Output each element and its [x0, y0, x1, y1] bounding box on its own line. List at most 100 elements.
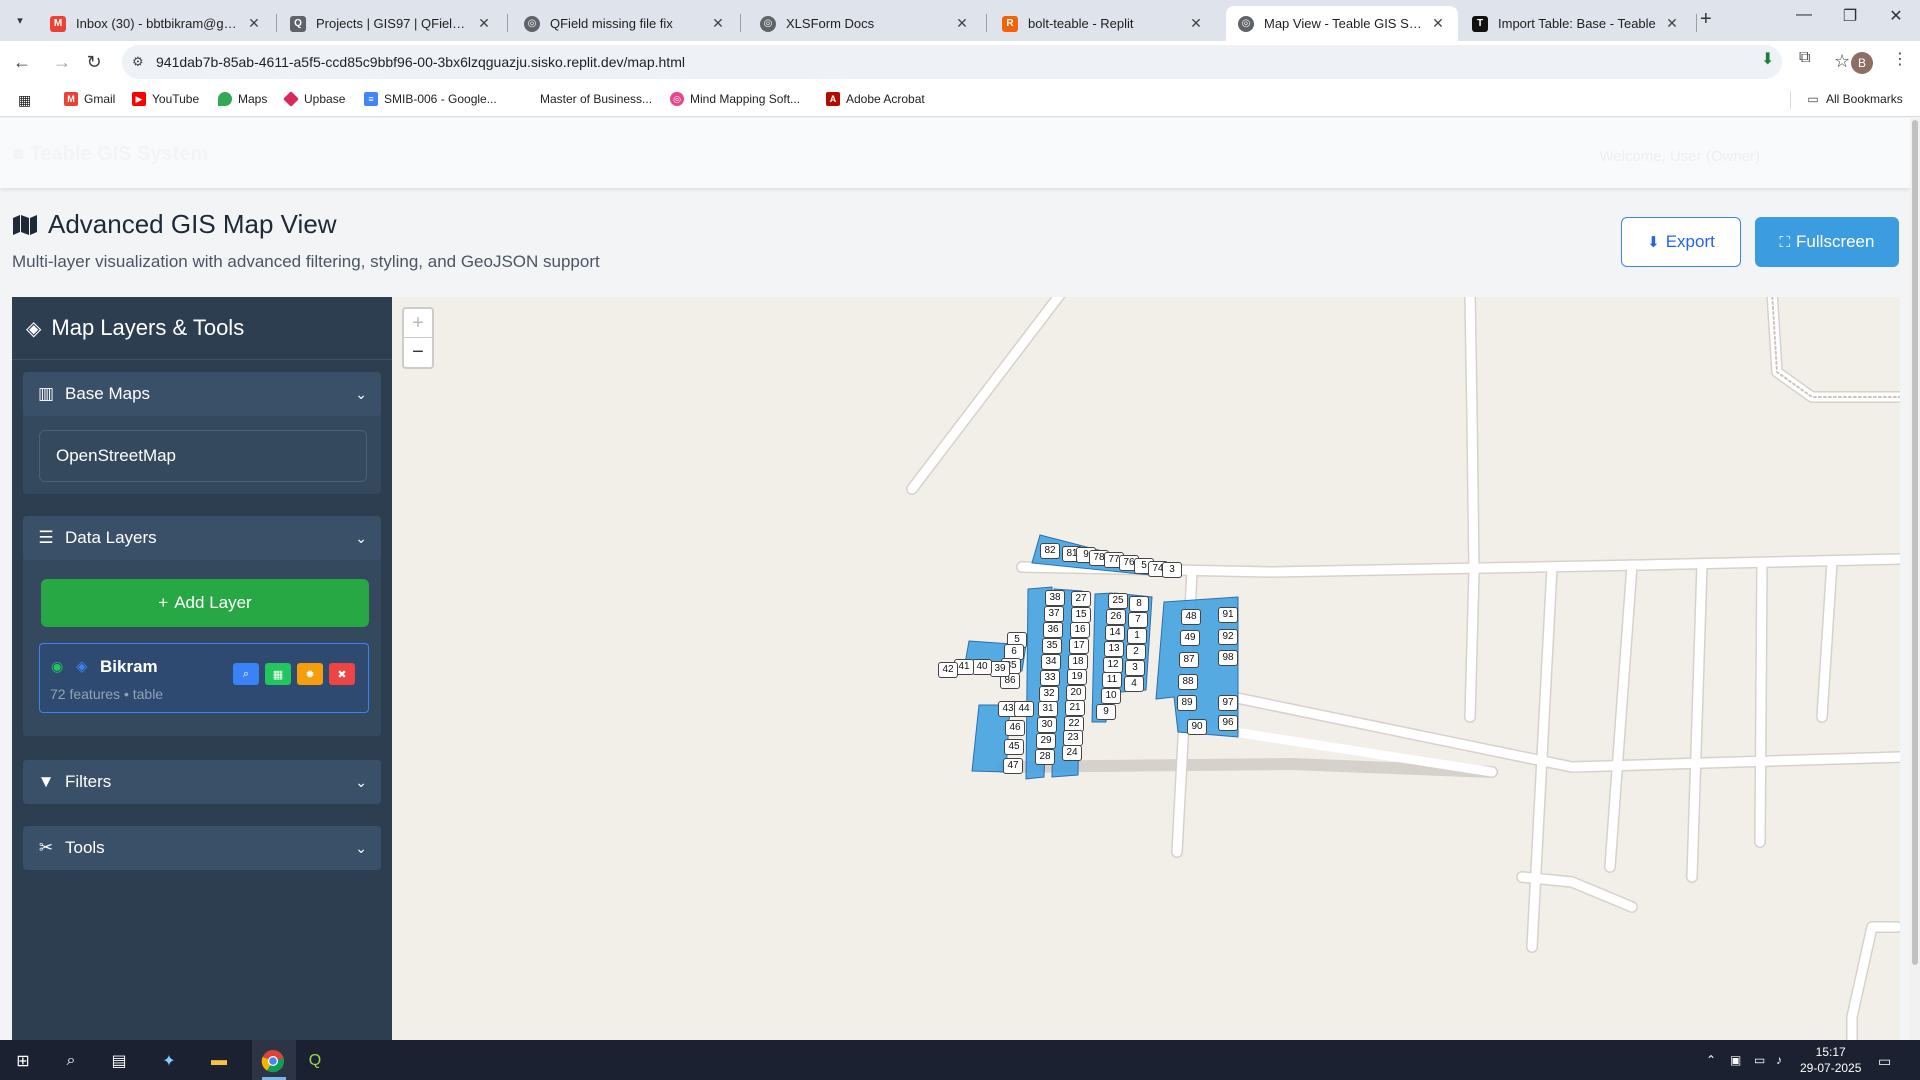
- network-icon[interactable]: ▭: [1754, 1053, 1765, 1067]
- search-icon[interactable]: ⌕: [58, 1048, 84, 1074]
- parcel-label[interactable]: 33: [1040, 670, 1060, 686]
- browser-tab[interactable]: T Import Table: Base - Teable ✕: [1460, 6, 1692, 41]
- bookmark-star-icon[interactable]: ☆: [1834, 51, 1850, 72]
- delete-trash-icon[interactable]: ✖: [329, 663, 355, 685]
- tab-search-icon[interactable]: ▾: [8, 8, 32, 32]
- parcel-label[interactable]: 48: [1181, 609, 1201, 625]
- parcel-label[interactable]: 2: [1126, 644, 1146, 660]
- layer-item[interactable]: ◉ ◈ Bikram 72 features • table ⌕ ▦ ✹ ✖: [39, 643, 369, 713]
- base-maps-header[interactable]: ▥ Base Maps ⌄: [23, 372, 381, 416]
- visibility-eye-icon[interactable]: ◉: [51, 658, 63, 675]
- bookmark-item[interactable]: M Gmail: [64, 92, 115, 106]
- parcel-label[interactable]: 98: [1218, 650, 1238, 666]
- qgis-icon[interactable]: Q: [302, 1048, 328, 1074]
- forward-icon[interactable]: →: [50, 50, 74, 74]
- parcel-label[interactable]: 28: [1035, 749, 1055, 765]
- table-icon[interactable]: ▦: [265, 663, 291, 685]
- export-button[interactable]: ⬇ Export: [1621, 217, 1741, 267]
- bookmark-item[interactable]: ▶ YouTube: [132, 92, 199, 106]
- extensions-icon[interactable]: ⧉: [1799, 49, 1810, 67]
- parcel-label[interactable]: 40: [972, 659, 992, 675]
- system-clock[interactable]: 15:17 29-07-2025: [1800, 1044, 1861, 1076]
- parcel-label[interactable]: 3: [1162, 562, 1182, 578]
- zoom-in-button[interactable]: +: [404, 309, 432, 338]
- parcel-label[interactable]: 38: [1045, 590, 1065, 606]
- parcel-label[interactable]: 18: [1068, 654, 1088, 670]
- close-icon[interactable]: ✕: [1430, 15, 1446, 32]
- app-brand[interactable]: ■ Teable GIS System: [12, 143, 208, 166]
- parcel-label[interactable]: 39: [990, 661, 1010, 677]
- browser-tab[interactable]: ◎ XLSForm Docs ✕: [748, 6, 982, 41]
- copilot-icon[interactable]: ✦: [156, 1048, 182, 1074]
- windows-start-icon[interactable]: ⊞: [10, 1048, 36, 1074]
- browser-tab[interactable]: M Inbox (30) - bbtbikram@gmail.c ✕: [38, 6, 274, 41]
- parcel-label[interactable]: 29: [1036, 733, 1056, 749]
- parcel-label[interactable]: 15: [1071, 607, 1091, 623]
- parcel-label[interactable]: 11: [1102, 672, 1122, 688]
- parcel-label[interactable]: 27: [1071, 591, 1091, 607]
- filters-header[interactable]: ▼ Filters ⌄: [23, 760, 381, 804]
- parcel-label[interactable]: 20: [1066, 685, 1086, 701]
- parcel-label[interactable]: 42: [938, 662, 958, 678]
- back-icon[interactable]: ←: [10, 50, 34, 74]
- address-bar[interactable]: ⚙ 941dab7b-85ab-4611-a5f5-ccd85c9bbf96-0…: [122, 45, 1850, 79]
- add-layer-button[interactable]: + Add Layer: [41, 579, 369, 627]
- close-window-icon[interactable]: ✕: [1876, 6, 1916, 26]
- close-icon[interactable]: ✕: [1664, 15, 1680, 32]
- parcel-label[interactable]: 3: [1125, 660, 1145, 676]
- bookmark-item[interactable]: ◎ Mind Mapping Soft...: [670, 92, 800, 106]
- parcel-label[interactable]: 14: [1105, 625, 1125, 641]
- base-map-option[interactable]: OpenStreetMap: [39, 430, 367, 482]
- parcel-label[interactable]: 26: [1106, 609, 1126, 625]
- page-scrollbar-thumb[interactable]: [1912, 120, 1918, 965]
- browser-tab-active[interactable]: ◎ Map View - Teable GIS System ✕: [1226, 6, 1458, 41]
- parcel-label[interactable]: 45: [1004, 739, 1024, 755]
- close-icon[interactable]: ✕: [954, 15, 970, 32]
- bookmark-item[interactable]: ≡ SMIB-006 - Google...: [364, 92, 497, 106]
- browser-tab[interactable]: Q Projects | GIS97 | QFieldCloud ✕: [278, 6, 504, 41]
- parcel-label[interactable]: 32: [1039, 686, 1059, 702]
- tray-device-icon[interactable]: ▣: [1730, 1053, 1741, 1067]
- parcel-label[interactable]: 47: [1003, 758, 1023, 774]
- profile-avatar[interactable]: B: [1851, 52, 1873, 74]
- browser-tab[interactable]: ◎ QField missing file fix ✕: [512, 6, 738, 41]
- parcel-label[interactable]: 87: [1179, 652, 1199, 668]
- minimize-icon[interactable]: —: [1784, 6, 1824, 24]
- parcel-label[interactable]: 44: [1014, 701, 1034, 717]
- browser-tab[interactable]: R bolt-teable - Replit ✕: [990, 6, 1216, 41]
- parcel-label[interactable]: 25: [1108, 593, 1128, 609]
- parcel-label[interactable]: 89: [1177, 695, 1197, 711]
- tools-header[interactable]: ✂ Tools ⌄: [23, 826, 381, 870]
- site-info-icon[interactable]: ⚙: [132, 54, 148, 70]
- download-icon[interactable]: ⬇: [1761, 49, 1774, 69]
- parcel-label[interactable]: 30: [1037, 717, 1057, 733]
- close-icon[interactable]: ✕: [1188, 15, 1204, 32]
- apps-grid-icon[interactable]: ▦: [18, 92, 31, 109]
- tray-chevron-icon[interactable]: ⌃: [1706, 1053, 1716, 1067]
- parcel-label[interactable]: 91: [1218, 607, 1238, 623]
- parcel-label[interactable]: 49: [1180, 630, 1200, 646]
- parcel-label[interactable]: 24: [1062, 745, 1082, 761]
- parcel-label[interactable]: 13: [1104, 641, 1124, 657]
- close-icon[interactable]: ✕: [246, 15, 262, 32]
- parcel-label[interactable]: 34: [1041, 654, 1061, 670]
- parcel-label[interactable]: 23: [1063, 730, 1083, 746]
- zoom-to-layer-icon[interactable]: ⌕: [233, 663, 259, 685]
- parcel-label[interactable]: 35: [1042, 638, 1062, 654]
- new-tab-icon[interactable]: +: [1700, 8, 1712, 31]
- volume-icon[interactable]: ♪: [1776, 1053, 1782, 1067]
- parcel-label[interactable]: 36: [1043, 622, 1063, 638]
- style-gear-icon[interactable]: ✹: [297, 663, 323, 685]
- parcel-label[interactable]: 1: [1127, 628, 1147, 644]
- close-icon[interactable]: ✕: [710, 15, 726, 32]
- parcel-label[interactable]: 97: [1218, 695, 1238, 711]
- parcel-label[interactable]: 82: [1040, 543, 1060, 559]
- parcel-label[interactable]: 8: [1129, 596, 1149, 612]
- browser-menu-icon[interactable]: ⋮: [1892, 49, 1908, 69]
- parcel-label[interactable]: 4: [1124, 676, 1144, 692]
- task-view-icon[interactable]: ▤: [106, 1048, 132, 1074]
- parcel-label[interactable]: 90: [1187, 719, 1207, 735]
- parcel-label[interactable]: 37: [1044, 606, 1064, 622]
- notifications-icon[interactable]: ▭: [1878, 1053, 1891, 1070]
- data-layers-header[interactable]: ☰ Data Layers ⌄: [23, 516, 381, 560]
